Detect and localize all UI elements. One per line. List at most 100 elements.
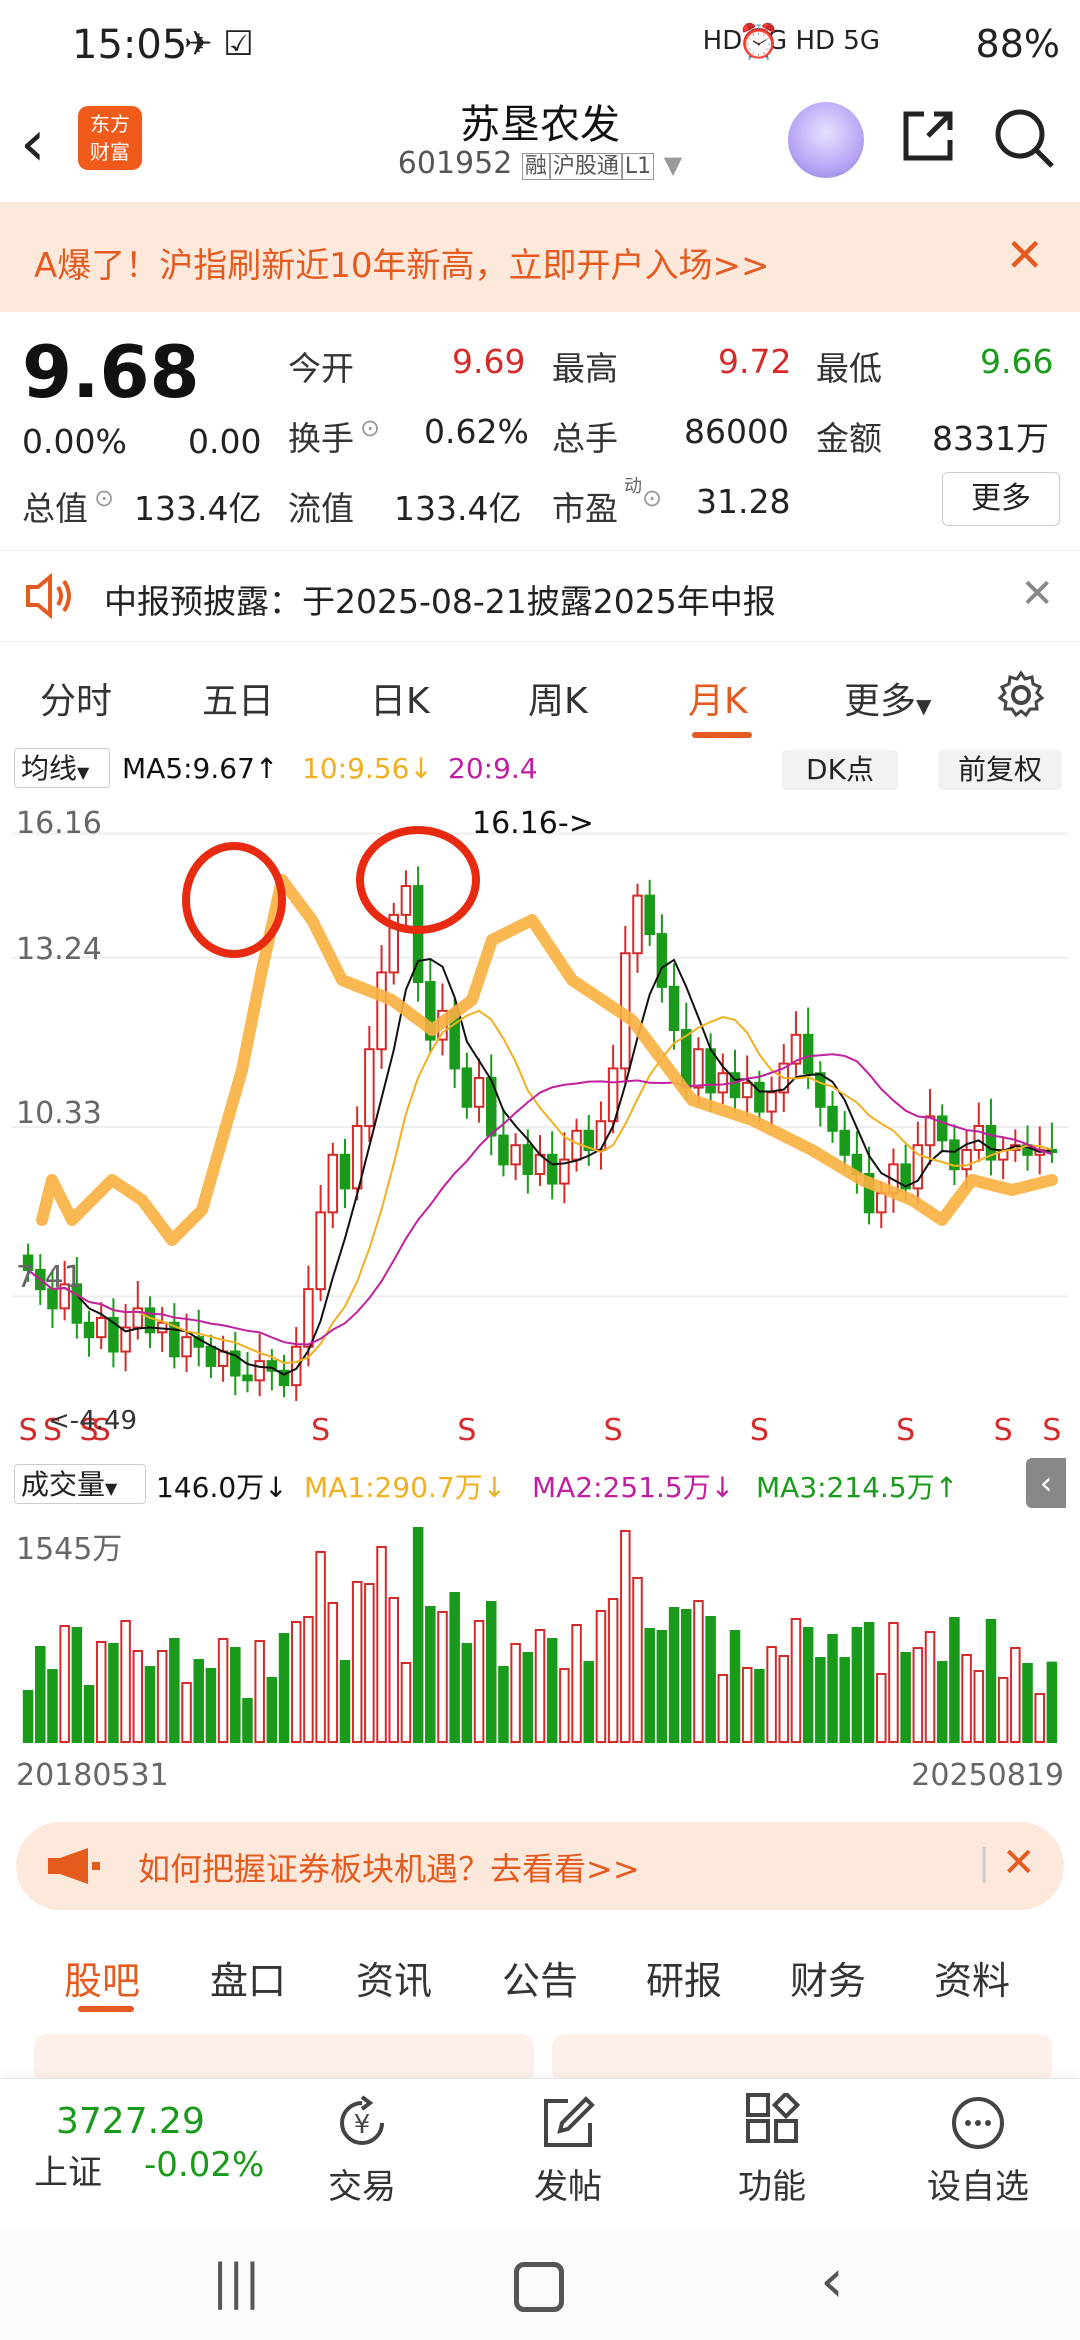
- collapse-panel-icon[interactable]: ‹: [1026, 1458, 1066, 1508]
- close-icon[interactable]: ✕: [1020, 571, 1054, 617]
- volume-bar: [583, 1661, 595, 1743]
- volume-bar: [1046, 1661, 1058, 1744]
- alarm-icon: ⏰: [737, 22, 780, 62]
- tab-forum[interactable]: 股吧: [64, 1950, 140, 2005]
- candle-body: [668, 985, 680, 1032]
- info-icon[interactable]: ⊙: [360, 414, 380, 442]
- tab-more-label: 更多: [844, 681, 917, 722]
- sell-marker: S: [19, 1413, 38, 1448]
- volume-bar: [230, 1647, 241, 1743]
- volume-bar: [83, 1685, 95, 1743]
- mktcap-value: 133.4亿: [134, 489, 262, 528]
- high-value: 9.72: [718, 342, 792, 381]
- post-label: 发帖: [534, 2167, 602, 2207]
- ma-selector-label: 均线: [21, 752, 78, 785]
- recent-apps-icon[interactable]: |||: [212, 2254, 261, 2310]
- volume-bar: [900, 1652, 911, 1743]
- forum-card[interactable]: [34, 2034, 534, 2084]
- watchlist-label: 设自选: [927, 2167, 1029, 2207]
- close-icon[interactable]: ✕: [1005, 228, 1044, 282]
- volume-bar: [437, 1611, 448, 1743]
- tab-intraday[interactable]: 分时: [40, 672, 112, 724]
- bottom-toolbar: 3727.29 上证 -0.02% ¥ 交易 发帖 功能 设自选: [0, 2078, 1080, 2229]
- volume-bar: [766, 1646, 777, 1743]
- search-icon[interactable]: [992, 106, 1056, 170]
- candle-body: [876, 1192, 887, 1214]
- divider: |: [978, 1842, 991, 1883]
- close-icon[interactable]: ✕: [1002, 1840, 1036, 1886]
- ma-selector[interactable]: 均线▼: [14, 748, 110, 788]
- indicator-selector-label: 成交量: [21, 1468, 106, 1501]
- kline-tabs: 分时 五日 日K 周K 月K 更多▼: [0, 660, 1080, 740]
- volume-bar: [412, 1527, 424, 1743]
- candle-body: [510, 1144, 521, 1166]
- volume-chart[interactable]: [12, 1510, 1068, 1746]
- candle-body: [95, 1316, 107, 1339]
- ad-text[interactable]: 如何把握证券板块机遇？去看看>>: [138, 1844, 640, 1890]
- tab-news[interactable]: 资讯: [356, 1950, 432, 2005]
- tab-financials[interactable]: 财务: [790, 1950, 866, 2005]
- candle-body: [656, 933, 668, 988]
- index-change: -0.02%: [144, 2145, 265, 2185]
- volume-label: 总手: [552, 419, 618, 458]
- tab-weekly-k[interactable]: 周K: [528, 672, 588, 724]
- tab-research[interactable]: 研报: [646, 1950, 722, 2005]
- volume-bar: [961, 1654, 972, 1743]
- candle-body: [936, 1115, 948, 1142]
- dk-point-button[interactable]: DK点: [782, 750, 898, 790]
- gear-icon[interactable]: [996, 670, 1046, 720]
- volume-bar: [242, 1698, 253, 1743]
- tab-monthly-k[interactable]: 月K: [688, 672, 748, 724]
- end-date: 20250819: [911, 1758, 1064, 1793]
- tab-daily-k[interactable]: 日K: [370, 672, 430, 724]
- volume-bar: [973, 1670, 985, 1743]
- vol-text: 146.0万: [156, 1471, 265, 1504]
- tab-orderbook[interactable]: 盘口: [210, 1950, 286, 2005]
- y-tick: 16.16: [16, 806, 102, 841]
- candle-body: [83, 1321, 95, 1339]
- share-icon[interactable]: [898, 106, 958, 166]
- candle-body: [217, 1350, 229, 1367]
- home-icon[interactable]: [514, 2262, 564, 2312]
- info-icon[interactable]: ⊙: [94, 484, 114, 512]
- tab-five-day[interactable]: 五日: [202, 672, 274, 724]
- promo-banner[interactable]: A爆了！沪指刷新近10年新高，立即开户入场>> ✕: [0, 202, 1080, 312]
- volume-bar: [193, 1659, 204, 1743]
- ad-banner[interactable]: 如何把握证券板块机遇？去看看>> | ✕: [16, 1822, 1064, 1910]
- ma10-value: 10:9.56↓: [302, 752, 433, 785]
- notification-icons: ✈ ☑: [184, 24, 254, 64]
- price-chart[interactable]: S S SS S S S S S S S: [12, 800, 1068, 1452]
- tab-profile[interactable]: 资料: [934, 1950, 1010, 2005]
- tab-announcements[interactable]: 公告: [502, 1950, 578, 2005]
- float-label: 流值: [288, 489, 354, 528]
- banner-text[interactable]: A爆了！沪指刷新近10年新高，立即开户入场>>: [34, 238, 770, 287]
- candle-body: [376, 971, 387, 1051]
- disclosure-notice[interactable]: 中报预披露：于2025-08-21披露2025年中报 ✕: [0, 550, 1080, 642]
- high-label: 最高: [552, 349, 618, 388]
- volume-bar: [729, 1630, 741, 1743]
- volume-bar: [339, 1660, 351, 1743]
- volume-bar: [364, 1583, 375, 1743]
- info-icon[interactable]: ⊙: [642, 484, 662, 512]
- change-value: 0.00: [188, 422, 262, 461]
- assistant-avatar[interactable]: [788, 102, 864, 178]
- forum-card[interactable]: [552, 2034, 1052, 2084]
- y-tick: 13.24: [16, 932, 102, 967]
- adjust-button[interactable]: 前复权: [938, 750, 1062, 790]
- index-widget[interactable]: 3727.29 上证 -0.02%: [0, 2079, 300, 2229]
- more-button[interactable]: 更多: [942, 472, 1060, 526]
- tab-more[interactable]: 更多▼: [844, 672, 931, 724]
- indicator-selector[interactable]: 成交量▼: [14, 1464, 146, 1504]
- candle-body: [766, 1091, 777, 1113]
- volume-bar: [632, 1577, 643, 1743]
- volume-bar: [815, 1657, 826, 1743]
- back-nav-icon[interactable]: ‹: [820, 2246, 844, 2316]
- low-label: <-4.49: [48, 1406, 138, 1436]
- chevron-down-icon: ▼: [105, 1479, 118, 1498]
- megaphone-icon: [48, 1848, 100, 1884]
- volume-bar: [705, 1616, 716, 1743]
- volume-bar: [997, 1677, 1009, 1743]
- volume-bar: [936, 1661, 948, 1743]
- notice-text[interactable]: 中报预披露：于2025-08-21披露2025年中报: [104, 575, 776, 623]
- volume-bar: [571, 1624, 582, 1743]
